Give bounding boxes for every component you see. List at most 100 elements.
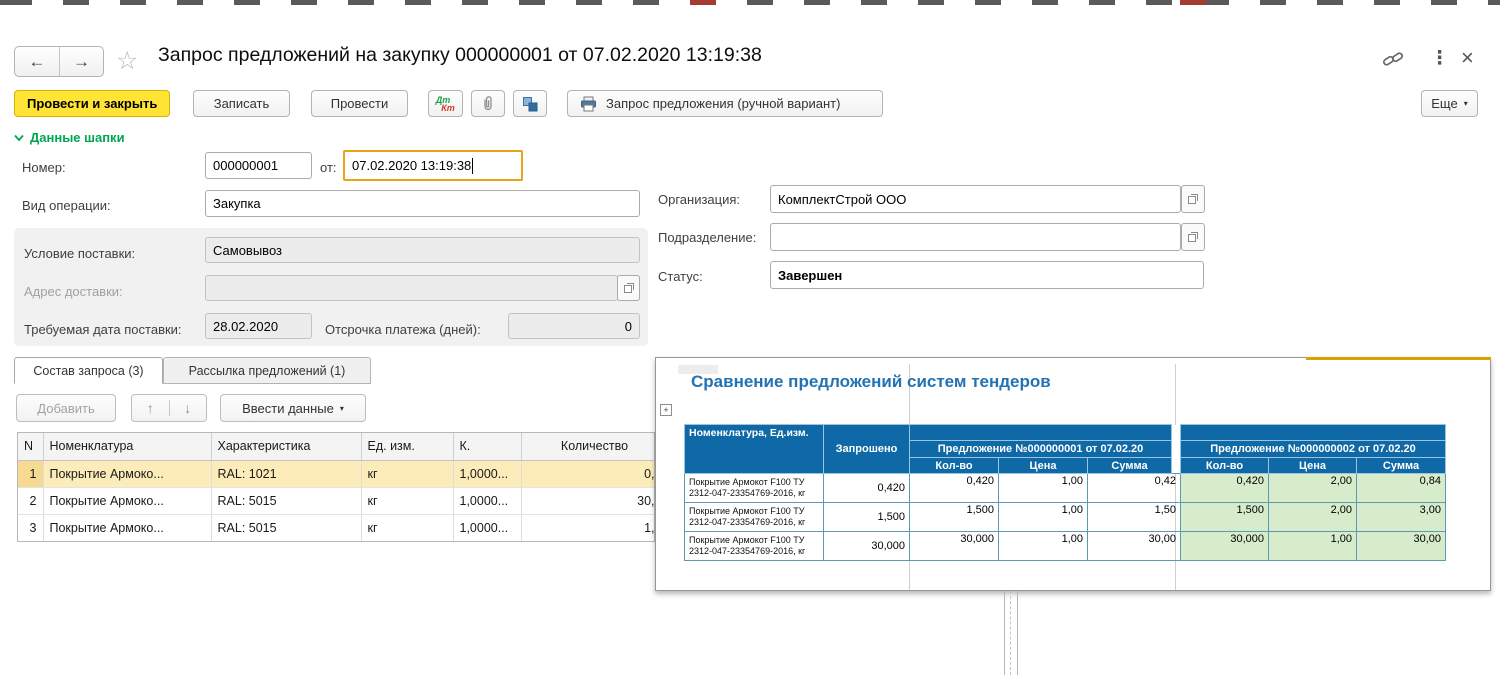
delivery-condition-field[interactable]: Самовывоз <box>205 237 640 263</box>
move-up-button[interactable]: ↑ <box>132 400 169 416</box>
date-field[interactable]: 07.02.2020 13:19:38 <box>343 150 523 181</box>
organization-open-button[interactable] <box>1181 185 1205 213</box>
department-label: Подразделение: <box>658 230 756 245</box>
comparison-table: Номенклатура, Ед.изм. Запрошено Предложе… <box>684 424 1446 561</box>
paperclip-icon <box>480 95 496 112</box>
offer2-qty-header: Кол-во <box>1181 458 1269 474</box>
comparison-title: Сравнение предложений систем тендеров <box>691 372 1051 392</box>
offer1-price-header: Цена <box>999 458 1088 474</box>
number-label: Номер: <box>22 160 66 175</box>
background-window-edge <box>1017 591 1018 675</box>
nomenclature-cell: Покрытие Армокот F100 ТУ2312-047-2335476… <box>685 532 824 561</box>
group-expand-button[interactable]: + <box>660 404 672 416</box>
dtkt-icon: ДтКт <box>436 96 456 112</box>
col-qty[interactable]: Количество <box>521 433 655 460</box>
open-field-icon <box>1187 231 1199 243</box>
structure-icon <box>522 96 538 112</box>
text-caret <box>472 158 473 174</box>
offer2-price-header: Цена <box>1269 458 1357 474</box>
dropdown-caret-icon: ▾ <box>1464 99 1468 108</box>
page-gap <box>1172 425 1181 474</box>
dropdown-caret-icon: ▾ <box>340 404 344 413</box>
nomenclature-cell: Покрытие Армокот F100 ТУ2312-047-2335476… <box>685 503 824 532</box>
cmp-data-row: Покрытие Армокот F100 ТУ2312-047-2335476… <box>685 503 1446 532</box>
payment-delay-field[interactable]: 0 <box>508 313 640 339</box>
back-icon: ← <box>29 52 46 72</box>
status-label: Статус: <box>658 269 703 284</box>
cropped-tabstrip-red-dash <box>690 0 716 5</box>
date-from-label: от: <box>320 160 337 175</box>
col-k[interactable]: К. <box>453 433 521 460</box>
required-date-field[interactable]: 28.02.2020 <box>205 313 312 339</box>
close-icon[interactable]: × <box>1461 45 1474 71</box>
header-data-label: Данные шапки <box>30 130 125 145</box>
add-row-button[interactable]: Добавить <box>16 394 116 422</box>
cmp-header-row-1: Номенклатура, Ед.изм. Запрошено <box>685 425 1446 441</box>
status-field[interactable]: Завершен <box>770 261 1204 289</box>
required-date-label: Требуемая дата поставки: <box>24 322 182 337</box>
nomenclature-cell: Покрытие Армокот F100 ТУ2312-047-2335476… <box>685 474 824 503</box>
department-open-button[interactable] <box>1181 223 1205 251</box>
postings-dtkt-button[interactable]: ДтКт <box>428 90 463 117</box>
save-button[interactable]: Записать <box>193 90 290 117</box>
col-nomenclature[interactable]: Номенклатура <box>43 433 211 460</box>
back-button[interactable]: ← <box>15 47 59 76</box>
offer2-sum-header: Сумма <box>1357 458 1446 474</box>
header-data-expander[interactable]: Данные шапки <box>14 130 125 145</box>
cropped-tabstrip-red-dash <box>1180 0 1206 5</box>
move-down-button[interactable]: ↓ <box>169 400 207 416</box>
operation-kind-field[interactable]: Закупка <box>205 190 640 217</box>
table-row[interactable]: 3 Покрытие Армоко... RAL: 5015 кг 1,0000… <box>18 514 655 541</box>
more-menu-icon[interactable]: ⋮ <box>1430 47 1449 70</box>
window-top-accent <box>1306 357 1491 360</box>
col-nomenclature-unit: Номенклатура, Ед.изм. <box>685 425 824 474</box>
operation-kind-label: Вид операции: <box>22 198 111 213</box>
delivery-condition-label: Условие поставки: <box>24 246 135 261</box>
page-title: Запрос предложений на закупку 000000001 … <box>158 44 762 67</box>
arrow-up-icon: ↑ <box>132 400 169 416</box>
open-field-icon <box>623 282 635 294</box>
open-field-icon <box>1187 193 1199 205</box>
post-button[interactable]: Провести <box>311 90 408 117</box>
department-field[interactable] <box>770 223 1181 251</box>
copy-link-icon[interactable] <box>1382 51 1404 67</box>
delivery-address-open-button[interactable] <box>617 275 640 301</box>
col-requested: Запрошено <box>824 425 910 474</box>
organization-field[interactable]: КомплектСтрой ООО <box>770 185 1181 213</box>
cmp-data-row: Покрытие Армокот F100 ТУ2312-047-2335476… <box>685 474 1446 503</box>
enter-data-button[interactable]: Ввести данные ▾ <box>220 394 366 422</box>
forward-button[interactable]: → <box>59 47 103 76</box>
offer1-sum-header: Сумма <box>1088 458 1172 474</box>
table-row[interactable]: 1 Покрытие Армоко... RAL: 1021 кг 1,0000… <box>18 460 655 487</box>
delivery-address-field[interactable] <box>205 275 618 301</box>
chevron-down-icon <box>14 134 24 142</box>
related-documents-button[interactable] <box>513 90 547 117</box>
attachments-button[interactable] <box>471 90 505 117</box>
forward-icon: → <box>73 52 90 72</box>
cmp-data-row: Покрытие Армокот F100 ТУ2312-047-2335476… <box>685 532 1446 561</box>
items-table: N Номенклатура Характеристика Ед. изм. К… <box>17 432 655 542</box>
offer2-header: Предложение №000000002 от 07.02.20 <box>1181 441 1446 458</box>
col-unit[interactable]: Ед. изм. <box>361 433 453 460</box>
more-actions-button[interactable]: Еще ▾ <box>1421 90 1478 117</box>
offer1-header: Предложение №000000001 от 07.02.20 <box>910 441 1172 458</box>
background-window-dashed-edge <box>1010 591 1011 675</box>
offer1-qty-header: Кол-во <box>910 458 999 474</box>
items-header-row: N Номенклатура Характеристика Ед. изм. К… <box>18 433 655 460</box>
col-characteristic[interactable]: Характеристика <box>211 433 361 460</box>
comparison-window: + Сравнение предложений систем тендеров … <box>655 357 1491 591</box>
col-n[interactable]: N <box>18 433 43 460</box>
delivery-address-label: Адрес доставки: <box>24 284 123 299</box>
organization-label: Организация: <box>658 192 740 207</box>
table-row[interactable]: 2 Покрытие Армоко... RAL: 5015 кг 1,0000… <box>18 487 655 514</box>
tab-request-content[interactable]: Состав запроса (3) <box>14 357 163 384</box>
post-and-close-button[interactable]: Провести и закрыть <box>14 90 170 117</box>
background-window-edge <box>1004 591 1005 675</box>
payment-delay-label: Отсрочка платежа (дней): <box>325 322 481 337</box>
print-request-button[interactable]: Запрос предложения (ручной вариант) <box>567 90 883 117</box>
tab-proposal-mailing[interactable]: Рассылка предложений (1) <box>163 357 371 384</box>
offer2-header-spacer <box>1181 425 1446 441</box>
number-field[interactable]: 000000001 <box>205 152 312 179</box>
favorite-star-icon[interactable]: ☆ <box>116 46 138 76</box>
arrow-down-icon: ↓ <box>170 400 207 416</box>
